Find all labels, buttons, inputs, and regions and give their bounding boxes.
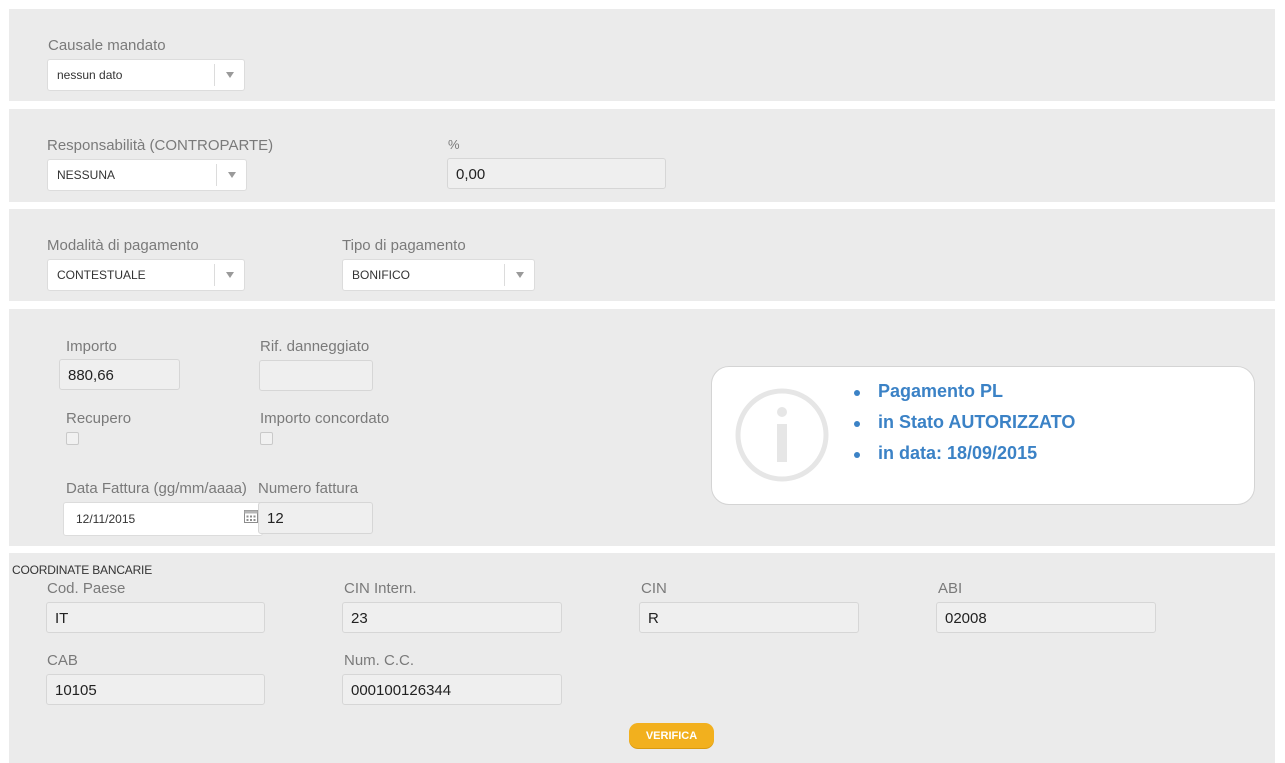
- recupero-checkbox[interactable]: [66, 432, 79, 445]
- rif-danneggiato-label: Rif. danneggiato: [260, 338, 370, 355]
- pagamento-panel: Modalità di pagamento CONTESTUALE Tipo d…: [9, 209, 1275, 301]
- importo-label: Importo: [66, 338, 117, 355]
- causale-select[interactable]: nessun dato: [47, 59, 245, 91]
- cin-label: CIN: [641, 580, 667, 597]
- causale-label: Causale mandato: [48, 37, 166, 54]
- importo-concordato-checkbox[interactable]: [260, 432, 273, 445]
- tipo-select[interactable]: BONIFICO: [342, 259, 535, 291]
- abi-label: ABI: [938, 580, 963, 597]
- verifica-button[interactable]: VERIFICA: [629, 723, 714, 748]
- cod-paese-input[interactable]: IT: [46, 602, 265, 633]
- numero-fattura-input[interactable]: 12: [258, 502, 373, 534]
- info-icon: [734, 387, 830, 488]
- percent-input[interactable]: 0,00: [447, 158, 666, 189]
- cin-input[interactable]: R: [639, 602, 859, 633]
- data-fattura-value: 12/11/2015: [76, 512, 136, 526]
- cab-input[interactable]: 10105: [46, 674, 265, 705]
- responsabilita-panel: Responsabilità (CONTROPARTE) NESSUNA % 0…: [9, 109, 1275, 202]
- num-cc-label: Num. C.C.: [344, 652, 415, 669]
- chevron-down-icon: [214, 64, 244, 86]
- importo-concordato-label: Importo concordato: [260, 410, 390, 427]
- rif-danneggiato-input[interactable]: [259, 360, 373, 391]
- abi-input[interactable]: 02008: [936, 602, 1156, 633]
- numero-fattura-label: Numero fattura: [258, 480, 359, 497]
- cin-intern-input[interactable]: 23: [342, 602, 562, 633]
- tipo-select-value: BONIFICO: [352, 268, 411, 282]
- causale-panel: Causale mandato nessun dato: [9, 9, 1275, 101]
- responsabilita-select-value: NESSUNA: [57, 168, 116, 182]
- calendar-icon[interactable]: [244, 509, 258, 528]
- importo-input[interactable]: 880,66: [59, 359, 180, 390]
- chevron-down-icon: [216, 164, 246, 186]
- responsabilita-label: Responsabilità (CONTROPARTE): [47, 137, 274, 154]
- data-fattura-label: Data Fattura (gg/mm/aaaa): [66, 480, 247, 497]
- num-cc-input[interactable]: 000100126344: [342, 674, 562, 705]
- status-info-box: Pagamento PL in Stato AUTORIZZATO in dat…: [711, 366, 1255, 505]
- modalita-select[interactable]: CONTESTUALE: [47, 259, 245, 291]
- cod-paese-label: Cod. Paese: [47, 580, 126, 597]
- status-item: in data: 18/09/2015: [852, 443, 1075, 474]
- modalita-label: Modalità di pagamento: [47, 237, 199, 254]
- coordinate-title: COORDINATE BANCARIE: [12, 563, 152, 577]
- status-item: Pagamento PL: [852, 381, 1075, 412]
- cab-label: CAB: [47, 652, 78, 669]
- responsabilita-select[interactable]: NESSUNA: [47, 159, 247, 191]
- chevron-down-icon: [214, 264, 244, 286]
- data-fattura-input[interactable]: 12/11/2015: [63, 502, 263, 536]
- recupero-label: Recupero: [66, 410, 132, 427]
- cin-intern-label: CIN Intern.: [344, 580, 417, 597]
- tipo-label: Tipo di pagamento: [342, 237, 466, 254]
- percent-label: %: [448, 137, 460, 152]
- status-item: in Stato AUTORIZZATO: [852, 412, 1075, 443]
- status-list: Pagamento PL in Stato AUTORIZZATO in dat…: [852, 381, 1075, 474]
- causale-select-value: nessun dato: [57, 68, 123, 82]
- chevron-down-icon: [504, 264, 534, 286]
- modalita-select-value: CONTESTUALE: [57, 268, 146, 282]
